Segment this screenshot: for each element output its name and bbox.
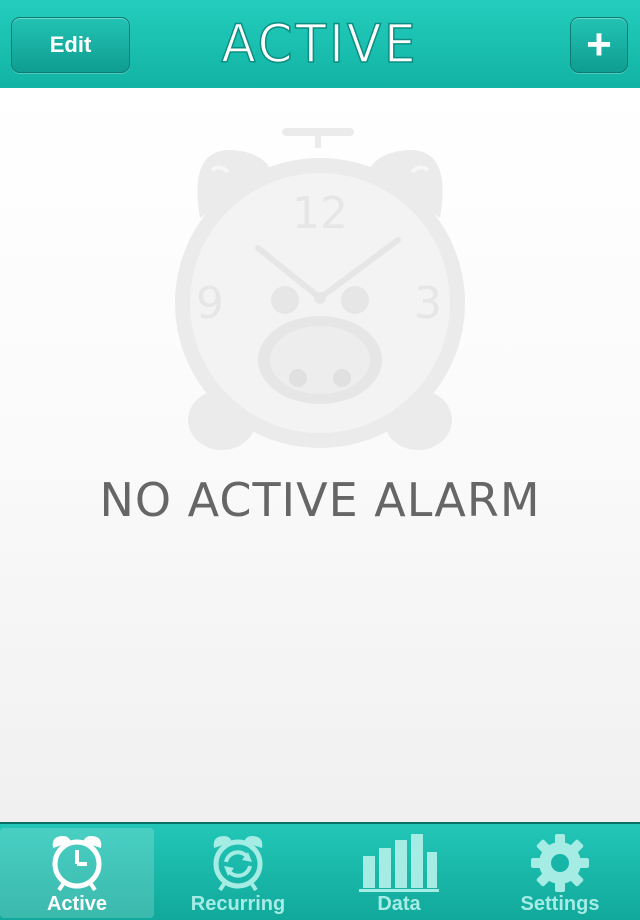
gear-icon xyxy=(531,834,589,892)
tab-label: Recurring xyxy=(190,893,286,915)
tab-label: Active xyxy=(46,893,108,915)
page-title: ACTIVE xyxy=(221,13,419,75)
header-bar: Edit ACTIVE + xyxy=(0,0,640,88)
pig-alarm-clock-illustration: 12 9 3 xyxy=(175,128,465,450)
edit-button[interactable]: Edit xyxy=(11,17,130,73)
plus-icon: + xyxy=(586,20,612,69)
bar-chart-icon xyxy=(359,834,439,892)
svg-text:9: 9 xyxy=(196,278,224,329)
tab-bar: Active Recurring Data Settings xyxy=(0,822,640,920)
svg-text:12: 12 xyxy=(292,188,348,239)
tab-label: Settings xyxy=(520,893,600,915)
tab-recurring[interactable]: Recurring xyxy=(161,828,315,918)
alarm-clock-icon xyxy=(52,836,102,892)
tab-settings[interactable]: Settings xyxy=(483,828,637,918)
recurring-alarm-icon xyxy=(213,836,263,892)
main-content: 12 9 3 NO ACTIVE ALARM xyxy=(0,88,640,822)
svg-text:3: 3 xyxy=(414,278,442,329)
tab-active[interactable]: Active xyxy=(0,828,154,918)
tab-data[interactable]: Data xyxy=(322,828,476,918)
empty-state-message: NO ACTIVE ALARM xyxy=(99,473,541,527)
tab-label: Data xyxy=(377,893,421,915)
add-alarm-button[interactable]: + xyxy=(570,17,628,73)
